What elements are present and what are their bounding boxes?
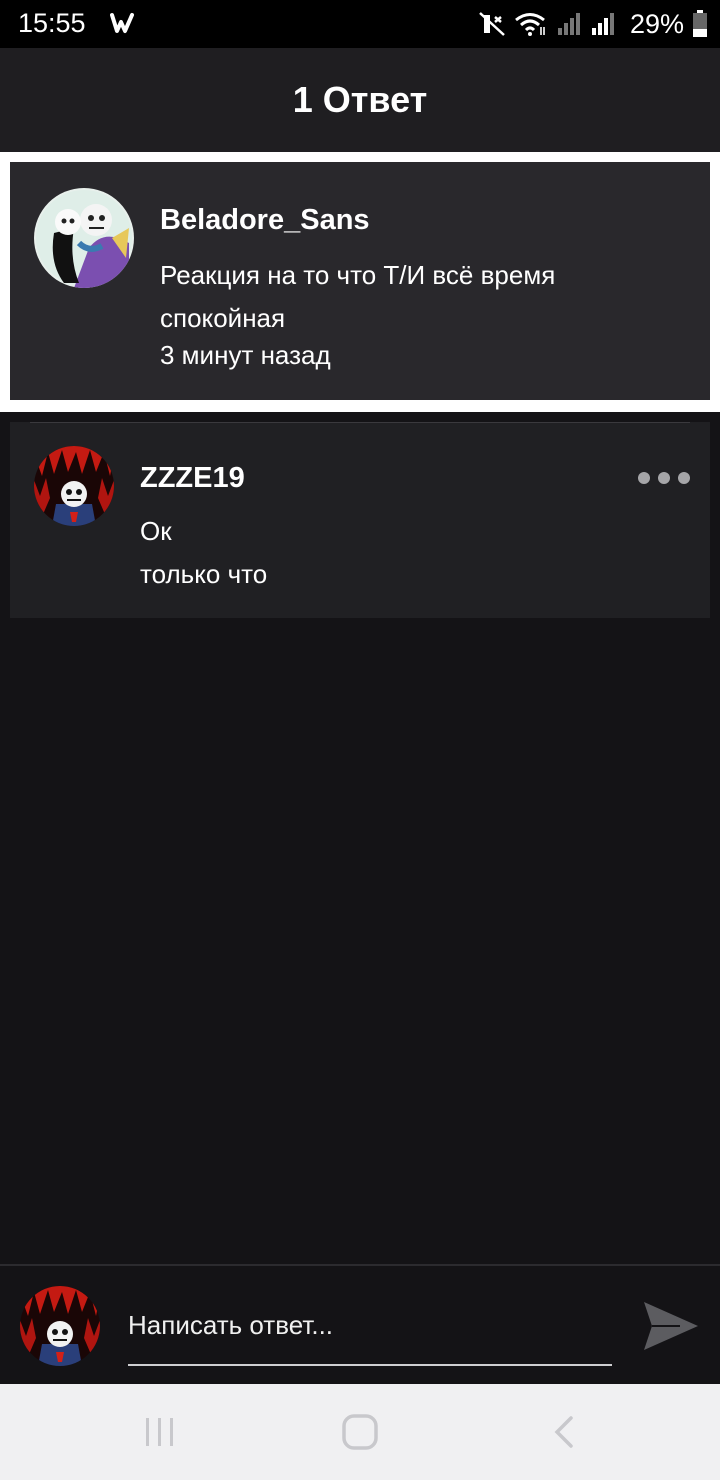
- status-bar: 15:55 29%: [0, 0, 720, 48]
- back-icon[interactable]: [545, 1412, 585, 1452]
- system-nav-bar: [0, 1384, 720, 1480]
- home-icon[interactable]: [340, 1412, 380, 1452]
- avatar[interactable]: [34, 446, 114, 526]
- avatar: [20, 1286, 100, 1366]
- reply-item: ZZZE19 Ок только что: [10, 422, 710, 618]
- reply-text: Ок: [140, 516, 172, 546]
- status-time: 15:55: [18, 8, 86, 38]
- send-icon[interactable]: [640, 1296, 700, 1356]
- parent-comment-frame: Beladore_Sans Реакция на то что Т/И всё …: [0, 152, 720, 412]
- author-name[interactable]: Beladore_Sans: [160, 204, 370, 237]
- wifi-icon: [515, 13, 545, 36]
- signal-icon: [591, 13, 614, 35]
- battery-percent: 29%: [629, 8, 684, 39]
- comment-text: Реакция на то что Т/И всё время спокойна…: [160, 260, 556, 333]
- more-options-icon[interactable]: [638, 466, 690, 490]
- header: 1 Ответ: [0, 48, 720, 152]
- reply-input[interactable]: [128, 1296, 612, 1366]
- mute-icon: [479, 12, 505, 36]
- recent-apps-icon[interactable]: [140, 1412, 180, 1452]
- signal-icon: [557, 13, 580, 35]
- wattpad-w-icon: [110, 13, 134, 33]
- page-title: 1 Ответ: [292, 79, 428, 120]
- battery-icon: [693, 10, 707, 37]
- comment-timestamp: 3 минут назад: [160, 340, 331, 370]
- author-name[interactable]: ZZZE19: [140, 462, 245, 495]
- reply-composer: [0, 1264, 720, 1384]
- status-icons: 29%: [478, 8, 708, 40]
- reply-timestamp: только что: [140, 559, 268, 589]
- avatar[interactable]: [34, 188, 134, 288]
- parent-comment: Beladore_Sans Реакция на то что Т/И всё …: [10, 162, 710, 400]
- divider: [30, 422, 690, 423]
